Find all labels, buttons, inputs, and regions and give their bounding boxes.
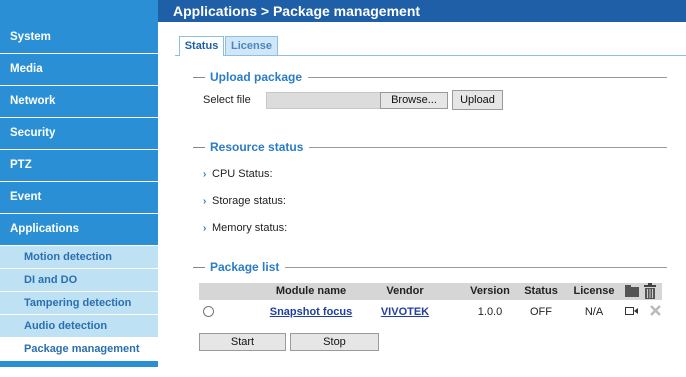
module-name-link[interactable]: Snapshot focus [247, 306, 375, 318]
remove-icon[interactable] [650, 305, 661, 316]
memory-status-label: Memory status: [212, 222, 288, 234]
section-dash [193, 267, 205, 268]
tab-underline [175, 55, 686, 56]
cpu-status-row[interactable]: › CPU Status: [203, 168, 273, 180]
sidebar-subitem-audio-detection[interactable]: Audio detection [0, 315, 158, 338]
tab-license[interactable]: License [225, 36, 278, 56]
sidebar-item-media[interactable]: Media [0, 54, 158, 86]
sidebar-item-security[interactable]: Security [0, 118, 158, 150]
package-status: OFF [530, 306, 552, 318]
package-list-title: Package list [210, 260, 286, 274]
column-vendor: Vendor [386, 285, 424, 297]
column-module-name: Module name [275, 285, 347, 297]
storage-status-row[interactable]: › Storage status: [203, 195, 286, 207]
sidebar-item-event[interactable]: Event [0, 182, 158, 214]
package-license: N/A [584, 306, 604, 318]
sidebar: System Media Network Security PTZ Event … [0, 0, 158, 377]
package-select-radio[interactable] [203, 306, 214, 317]
chevron-right-icon: › [203, 223, 207, 234]
sidebar-item-network[interactable]: Network [0, 86, 158, 118]
chevron-right-icon: › [203, 196, 207, 207]
storage-status-label: Storage status: [212, 195, 286, 207]
sidebar-subitem-motion-detection[interactable]: Motion detection [0, 246, 158, 269]
section-dash [193, 77, 205, 78]
start-button[interactable]: Start [199, 333, 286, 351]
package-table-header: Module name Vendor Version Status Licens… [199, 283, 662, 300]
sidebar-top-strip [0, 0, 158, 22]
sidebar-subitem-di-and-do[interactable]: DI and DO [0, 269, 158, 292]
vendor-link[interactable]: VIVOTEK [375, 306, 435, 318]
trash-icon[interactable] [642, 283, 658, 300]
column-license: License [573, 285, 615, 297]
sidebar-item-system[interactable]: System [0, 22, 158, 54]
browse-button[interactable]: Browse... [380, 92, 448, 109]
memory-status-row[interactable]: › Memory status: [203, 222, 287, 234]
upload-package-title: Upload package [210, 70, 309, 84]
cpu-status-label: CPU Status: [212, 168, 273, 180]
folder-icon[interactable] [624, 284, 640, 299]
column-version: Version [470, 285, 510, 297]
upload-button[interactable]: Upload [452, 90, 503, 110]
select-file-label: Select file [203, 94, 251, 106]
camera-icon[interactable] [625, 306, 639, 316]
sidebar-item-ptz[interactable]: PTZ [0, 150, 158, 182]
package-version: 1.0.0 [477, 306, 503, 318]
section-dash [193, 147, 205, 148]
resource-status-title: Resource status [210, 140, 310, 154]
page-title: Applications > Package management [173, 3, 421, 19]
tab-status[interactable]: Status [179, 36, 224, 56]
stop-button[interactable]: Stop [290, 333, 379, 351]
sidebar-bottom-strip [0, 361, 158, 367]
sidebar-item-applications[interactable]: Applications [0, 214, 158, 246]
sidebar-subitem-package-management[interactable]: Package management [0, 338, 158, 361]
column-status: Status [524, 285, 558, 297]
chevron-right-icon: › [203, 169, 207, 180]
sidebar-subitem-tampering-detection[interactable]: Tampering detection [0, 292, 158, 315]
